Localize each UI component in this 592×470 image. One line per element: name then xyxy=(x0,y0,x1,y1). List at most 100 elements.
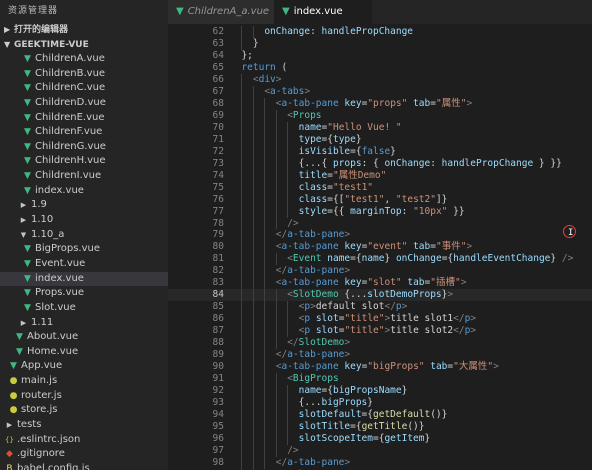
project-label: GEEKTIME-VUE xyxy=(14,40,89,50)
tree-file[interactable]: ▼ Home.vue xyxy=(0,345,168,360)
code-token: tab xyxy=(407,241,431,253)
indent-guide xyxy=(275,253,277,266)
code-token: title slot2 xyxy=(390,325,454,337)
vue-file-icon: ▼ xyxy=(176,6,184,17)
indent-guide xyxy=(264,169,266,182)
indent-guide xyxy=(252,85,254,98)
code-token: ={ xyxy=(361,409,373,421)
code-editor[interactable]: 62 63 64 65 66 67 68 69 70 71 72 73 74 75 76 77 78 79 80 81… xyxy=(168,24,592,470)
indent-guide xyxy=(252,432,254,445)
tree-item-label: About.vue xyxy=(27,331,79,343)
tree-folder[interactable]: ▶ 1.11 xyxy=(0,316,168,331)
chevron-down-icon: ▼ xyxy=(4,40,11,49)
tree-file[interactable]: Bbabel.config.js xyxy=(0,462,168,470)
tree-file[interactable]: ▼ Props.vue xyxy=(0,286,168,301)
line-number: 79 xyxy=(212,229,224,241)
code-token: onChange xyxy=(384,157,431,169)
tree-file[interactable]: ▼ ChildrenD.vue xyxy=(0,96,168,111)
line-number: 87 xyxy=(212,325,224,337)
tree-file[interactable]: ▼ ChildrenE.vue xyxy=(0,111,168,126)
indent-guide xyxy=(264,193,266,206)
vue-file-icon: ▼ xyxy=(10,361,17,372)
open-editors-section[interactable]: ▶ 打开的编辑器 xyxy=(0,22,168,37)
code-line: slotDefault={getDefault()} xyxy=(299,409,448,421)
code-token: /> xyxy=(287,217,299,229)
vue-file-icon: ▼ xyxy=(24,273,31,284)
tree-file[interactable]: ● store.js xyxy=(0,403,168,418)
indent-guide xyxy=(252,409,254,421)
tree-file[interactable]: ▼ index.vue xyxy=(0,184,168,199)
tree-file[interactable]: ▼ ChildrenI.vue xyxy=(0,169,168,184)
tree-file[interactable]: ▼ BigProps.vue xyxy=(0,242,168,257)
tree-file[interactable]: ▼ ChildrenG.vue xyxy=(0,140,168,155)
code-token: onChange xyxy=(390,253,442,265)
line-number: 96 xyxy=(212,432,224,444)
indent-guide xyxy=(275,325,277,338)
tree-item-label: ChildrenB.vue xyxy=(35,67,106,79)
tree-file[interactable]: ▼ ChildrenF.vue xyxy=(0,125,168,140)
tree-folder[interactable]: ▶ tests xyxy=(0,418,168,433)
code-token: a-tab-pane xyxy=(281,361,339,373)
code-line: onChange: handlePropChange xyxy=(264,26,413,38)
indent-guide xyxy=(264,421,266,433)
code-token: a-tab-pane xyxy=(281,97,339,109)
code-token: tab xyxy=(401,277,425,289)
editor-tab-bar: ▼ ChildrenA_a.vue ▼ index.vue xyxy=(168,0,592,24)
tree-file[interactable]: ▼ About.vue xyxy=(0,330,168,345)
line-number: 80 xyxy=(212,241,224,253)
code-token: "10px" xyxy=(413,205,448,217)
tree-folder[interactable]: ▶ 1.10 xyxy=(0,213,168,228)
line-number: 84 xyxy=(212,289,224,301)
tree-item-label: ChildrenE.vue xyxy=(35,111,105,123)
project-section[interactable]: ▼ GEEKTIME-VUE xyxy=(0,37,168,52)
code-token: getItem xyxy=(384,432,425,444)
code-token: marginTop xyxy=(350,205,402,217)
code-token: name xyxy=(361,253,385,265)
indent-guide xyxy=(287,409,289,421)
indent-guide xyxy=(275,205,277,218)
indent-guide xyxy=(252,397,254,410)
indent-guide xyxy=(264,241,266,254)
tree-file[interactable]: ▼ ChildrenA.vue xyxy=(0,52,168,67)
line-number: 70 xyxy=(212,121,224,133)
line-number: 72 xyxy=(212,145,224,157)
tree-item-label: babel.config.js xyxy=(17,462,90,470)
code-token: "event" xyxy=(367,241,408,253)
line-number: 98 xyxy=(212,456,224,468)
code-token: </ xyxy=(453,325,465,337)
code-token: > xyxy=(460,277,467,289)
indent-guide xyxy=(252,169,254,182)
code-token: ={ xyxy=(321,133,333,145)
code-token: }} xyxy=(447,205,465,217)
tab-childrena-a-vue[interactable]: ▼ ChildrenA_a.vue xyxy=(168,0,274,24)
tab-index-vue[interactable]: ▼ index.vue xyxy=(274,0,372,24)
indent-guide xyxy=(264,337,266,350)
tree-file[interactable]: ▼ App.vue xyxy=(0,359,168,374)
tree-folder[interactable]: ▶ 1.9 xyxy=(0,198,168,213)
indent-guide xyxy=(287,432,289,445)
code-line: /> xyxy=(287,445,298,457)
tree-file[interactable]: ▼ Event.vue xyxy=(0,257,168,272)
tree-file[interactable]: ▼ index.vue xyxy=(0,271,168,287)
code-line: <div> xyxy=(253,74,282,86)
code-token: ]} xyxy=(435,193,448,205)
tree-file[interactable]: ▼ ChildrenC.vue xyxy=(0,81,168,96)
code-token: props xyxy=(332,157,362,169)
code-line: <a-tab-pane key="props" tab="属性"> xyxy=(276,98,472,110)
tree-file[interactable]: ● main.js xyxy=(0,374,168,389)
tree-file[interactable]: ● router.js xyxy=(0,389,168,404)
code-token: > xyxy=(401,301,408,313)
tree-file[interactable]: ▼ Slot.vue xyxy=(0,301,168,316)
code-line: <a-tabs> xyxy=(264,86,310,98)
code-token: type xyxy=(332,133,356,145)
tree-file[interactable]: {} .eslintrc.json xyxy=(0,433,168,448)
tree-file[interactable]: ▼ ChildrenB.vue xyxy=(0,67,168,82)
tree-file[interactable]: ▼ ChildrenH.vue xyxy=(0,154,168,169)
indent-guide xyxy=(252,229,254,242)
indent-guide xyxy=(252,121,254,134)
line-number: 90 xyxy=(212,361,224,373)
tree-folder[interactable]: ▼ 1.10_a xyxy=(0,228,168,243)
indent-guide xyxy=(287,421,289,433)
code-token: }; xyxy=(241,49,253,61)
tree-file[interactable]: ◆ .gitignore xyxy=(0,447,168,462)
